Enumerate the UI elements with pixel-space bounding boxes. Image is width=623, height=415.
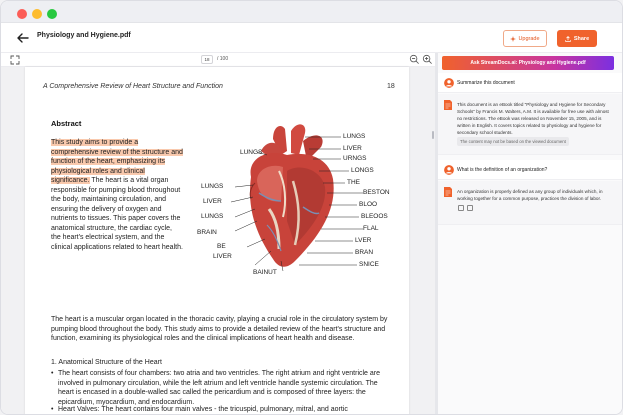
bot-message: This document is an eBook titled "Physio… [438, 94, 622, 155]
share-label: Share [573, 35, 590, 42]
heart-label-bleoos: BLEOOS [361, 213, 388, 220]
upgrade-label: Upgrade [518, 35, 540, 42]
section-title: 1. Anatomical Structure of the Heart [51, 359, 162, 366]
upload-icon [565, 35, 571, 42]
abstract-text[interactable]: This study aims to provide a comprehensi… [51, 138, 183, 252]
heart-label-liver-top: LIVER [343, 145, 362, 152]
abstract-title: Abstract [51, 119, 82, 128]
heart-label-beston: BESTON [363, 189, 390, 196]
expand-icon[interactable] [10, 55, 20, 65]
heart-label-lungs-l1: LUNGS [240, 149, 263, 156]
zoom-out-icon[interactable] [409, 54, 420, 65]
heart-label-be: BE [217, 243, 226, 250]
pdf-toolbar: 18 / 100 [1, 53, 435, 67]
sparkle-icon [510, 35, 517, 42]
user-avatar-icon [444, 78, 454, 88]
page-number-input[interactable]: 18 [201, 55, 213, 64]
heart-label-lungs-l3: LUNGS [201, 213, 224, 220]
drag-handle[interactable] [432, 131, 434, 139]
heart-label-brain: BRAIN [197, 229, 217, 236]
arrow-left-icon[interactable] [15, 30, 31, 46]
heart-label-longs: LONGS [351, 167, 374, 174]
page-total: / 100 [217, 56, 229, 62]
heart-label-bran: BRAN [355, 249, 374, 256]
list-item: Heart Valves: The heart contains four ma… [51, 405, 388, 414]
document-icon [444, 187, 452, 197]
heart-label-lungs-top: LUNGS [343, 133, 366, 140]
bot-message: An organization is properly defined as a… [438, 181, 622, 225]
title-bar [1, 1, 622, 23]
heart-label-the: THE [347, 179, 360, 186]
list-item: The heart consists of four chambers: two… [51, 369, 388, 407]
close-window-button[interactable] [17, 9, 27, 19]
app-window: Physiology and Hygiene.pdf Upgrade Share… [0, 0, 623, 415]
abstract-body: The heart is a vital organ responsible f… [51, 177, 183, 251]
app-toolbar: Physiology and Hygiene.pdf Upgrade Share [1, 23, 622, 53]
heart-label-flal: FLAL [363, 225, 379, 232]
user-avatar-icon [444, 165, 454, 175]
heart-label-snice: SNICE [359, 261, 379, 268]
heart-label-lver: LVER [355, 237, 372, 244]
zoom-in-icon[interactable] [422, 54, 433, 65]
bot-message-text: This document is an eBook titled "Physio… [457, 102, 609, 135]
user-message: What is the definition of an organizatio… [438, 160, 622, 180]
share-button[interactable]: Share [557, 30, 597, 47]
save-icon[interactable] [467, 205, 473, 211]
upgrade-button[interactable]: Upgrade [503, 30, 547, 47]
bot-message-text: An organization is properly defined as a… [457, 189, 603, 201]
pdf-page[interactable]: A Comprehensive Review of Heart Structur… [25, 67, 409, 414]
ask-ai-button[interactable]: Ask StreamDocs.ai: Physiology and Hygien… [442, 56, 614, 70]
chat-panel: Ask StreamDocs.ai: Physiology and Hygien… [438, 53, 622, 414]
user-message-text: What is the definition of an organizatio… [457, 167, 548, 173]
minimize-window-button[interactable] [32, 9, 42, 19]
user-message-text: Summarize this document [457, 80, 515, 86]
maximize-window-button[interactable] [47, 9, 57, 19]
user-message: Summarize this document [438, 73, 622, 93]
running-head: A Comprehensive Review of Heart Structur… [43, 83, 223, 90]
heart-label-liver-b: LIVER [213, 253, 232, 260]
copy-icon[interactable] [458, 205, 464, 211]
heart-label-urngs: URNGS [343, 155, 367, 162]
document-icon [444, 100, 452, 110]
pdf-viewer[interactable]: A Comprehensive Review of Heart Structur… [1, 67, 435, 414]
heart-label-bloo: BLOO [359, 201, 378, 208]
heart-label-lungs-l2: LUNGS [201, 183, 224, 190]
body-paragraph: The heart is a muscular organ located in… [51, 316, 388, 342]
heart-label-liver-l: LIVER [203, 198, 222, 205]
heart-diagram: LUNGS LIVER URNGS LONGS THE BESTON BLOO … [195, 121, 390, 281]
heart-label-bainut: BAINUT [253, 269, 277, 276]
document-title: Physiology and Hygiene.pdf [37, 32, 131, 39]
disclaimer-badge: The content may not be based on the view… [457, 137, 569, 146]
page-number: 18 [387, 83, 395, 90]
